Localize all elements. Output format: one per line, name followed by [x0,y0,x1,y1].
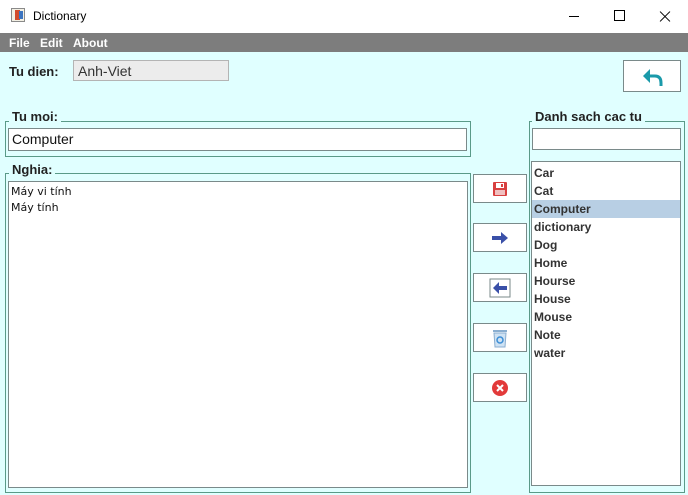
title-bar: Dictionary [0,0,688,32]
list-item[interactable]: House [532,290,680,308]
recycle-bin-icon [493,329,507,347]
menu-edit[interactable]: Edit [40,36,63,50]
list-item[interactable]: Note [532,326,680,344]
dictionary-label: Tu dien: [9,64,59,79]
menu-about[interactable]: About [73,36,108,50]
list-item[interactable]: Car [532,164,680,182]
close-window-button[interactable] [642,0,688,32]
list-item[interactable]: Computer [532,200,680,218]
menu-file[interactable]: File [9,36,30,50]
next-button[interactable] [473,223,527,252]
dictionary-field: Anh-Viet [73,60,229,81]
list-item[interactable]: Hourse [532,272,680,290]
meaning-group-label: Nghia: [9,162,56,177]
arrow-left-icon [489,278,511,297]
list-item[interactable]: Dog [532,236,680,254]
previous-button[interactable] [473,273,527,302]
delete-button[interactable] [473,323,527,352]
list-item[interactable]: water [532,344,680,362]
word-group-label: Tu moi: [9,109,61,124]
meaning-line: Máy vi tính [11,185,72,198]
back-button[interactable] [623,60,681,92]
undo-arrow-icon [643,69,663,86]
meaning-textarea[interactable]: Máy vi tính Máy tính [8,181,468,488]
cancel-button[interactable] [473,373,527,402]
list-item[interactable]: Home [532,254,680,272]
meaning-line: Máy tính [11,201,59,214]
save-button[interactable] [473,174,527,203]
arrow-right-icon [492,231,508,244]
maximize-button[interactable] [597,0,643,32]
floppy-disk-icon [493,181,507,196]
app-icon [11,8,25,22]
word-search-input[interactable] [532,128,681,150]
menu-bar: File Edit About [0,33,688,52]
window-title: Dictionary [33,9,87,23]
close-circle-icon [492,379,508,396]
word-list-label: Danh sach cac tu [532,109,645,124]
list-item[interactable]: Cat [532,182,680,200]
list-item[interactable]: dictionary [532,218,680,236]
minimize-button[interactable] [551,0,597,32]
main-panel: Tu dien: Anh-Viet Tu moi: Computer Nghia… [0,52,688,495]
list-item[interactable]: Mouse [532,308,680,326]
word-input[interactable]: Computer [8,128,467,151]
word-list[interactable]: Car Cat Computer dictionary Dog Home Hourse Hou… [531,161,681,486]
